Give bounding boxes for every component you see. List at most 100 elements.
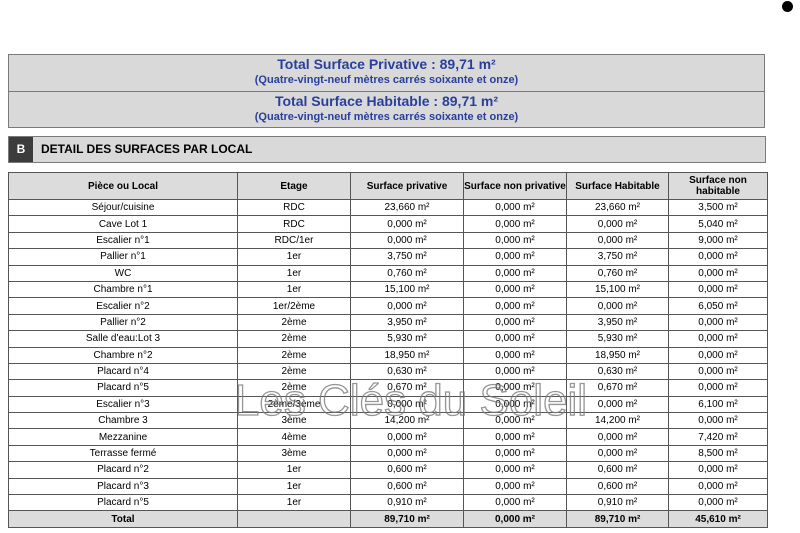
cell-surface-non-habitable: 3,500 m² [668,198,768,217]
cell-surface-non-habitable: 0,000 m² [668,494,768,512]
cell-surface-non-privative: 0,000 m² [463,461,567,479]
cell-surface-privative: 0,670 m² [350,379,464,397]
cell-etage: 2ème [237,379,351,397]
cell-surface-habitable: 0,000 m² [566,231,669,250]
cell-surface-non-privative: 0,000 m² [463,362,567,381]
cell-piece: Placard n°5 [8,379,238,397]
cell-surface-privative: 0,000 m² [350,444,464,463]
table-row: Chambre n°2 2ème 18,950 m² 0,000 m² 18,950 m… [8,346,768,364]
bullet-dot [782,1,793,12]
cell-surface-privative: 3,750 m² [350,248,464,266]
cell-surface-non-habitable: 0,000 m² [668,461,768,479]
cell-piece: Pallier n°2 [8,313,238,332]
cell-piece: Placard n°2 [8,461,238,479]
total-privative-title: Total Surface Privative : 89,71 m² [277,56,496,72]
cell-surface-non-habitable: 0,000 m² [668,313,768,332]
cell-surface-non-privative: 0,000 m² [463,231,567,250]
cell-piece: Chambre n°1 [8,280,238,299]
cell-surface-non-habitable: 0,000 m² [668,248,768,266]
cell-surface-habitable: 0,600 m² [566,477,669,496]
cell-surface-habitable: 5,930 m² [566,330,669,348]
cell-surface-non-privative: 0,000 m² [463,395,567,414]
total-cell-surface-non-habitable: 45,610 m² [668,510,768,528]
table-row: Chambre 3 3ème 14,200 m² 0,000 m² 14,200 m² 0… [8,412,768,430]
cell-etage: RDC/1er [237,231,351,250]
cell-surface-habitable: 0,000 m² [566,444,669,463]
cell-etage: 1er [237,264,351,282]
table-row: WC 1er 0,760 m² 0,000 m² 0,760 m² 0,000 m² [8,264,768,282]
cell-surface-privative: 0,760 m² [350,264,464,282]
cell-etage: 1er [237,248,351,266]
cell-surface-privative: 3,950 m² [350,313,464,332]
section-letter: B [9,137,33,162]
cell-surface-non-habitable: 0,000 m² [668,280,768,299]
cell-surface-non-privative: 0,000 m² [463,477,567,496]
total-cell-surface-non-privative: 0,000 m² [463,510,567,528]
cell-piece: Escalier n°2 [8,297,238,315]
cell-surface-non-habitable: 0,000 m² [668,362,768,381]
cell-etage: 2ème/3ème [237,395,351,414]
cell-piece: Placard n°5 [8,494,238,512]
total-habitable-words: (Quatre-vingt-neuf mètres carrés soixant… [254,111,519,123]
total-cell-surface-privative: 89,710 m² [350,510,464,528]
cell-surface-privative: 0,600 m² [350,461,464,479]
table-row: Placard n°3 1er 0,600 m² 0,000 m² 0,600 m² 0,… [8,477,768,496]
table-row: Placard n°5 2ème 0,670 m² 0,000 m² 0,670 m² 0… [8,379,768,397]
cell-surface-privative: 0,600 m² [350,477,464,496]
cell-piece: WC [8,264,238,282]
cell-surface-habitable: 14,200 m² [566,412,669,430]
cell-etage: 4ème [237,428,351,446]
table-row: Salle d'eau:Lot 3 2ème 5,930 m² 0,000 m² 5,9… [8,330,768,348]
cell-etage: 1er [237,280,351,299]
table-row: Cave Lot 1 RDC 0,000 m² 0,000 m² 0,000 m² 5,0… [8,215,768,233]
cell-surface-non-privative: 0,000 m² [463,330,567,348]
cell-surface-habitable: 0,630 m² [566,362,669,381]
table-row: Chambre n°1 1er 15,100 m² 0,000 m² 15,100 m²… [8,280,768,299]
cell-piece: Salle d'eau:Lot 3 [8,330,238,348]
cell-surface-non-habitable: 0,000 m² [668,412,768,430]
cell-piece: Placard n°3 [8,477,238,496]
cell-piece: Pallier n°1 [8,248,238,266]
cell-piece: Cave Lot 1 [8,215,238,233]
cell-surface-privative: 5,930 m² [350,330,464,348]
cell-surface-privative: 0,630 m² [350,362,464,381]
cell-surface-non-privative: 0,000 m² [463,215,567,233]
cell-surface-non-privative: 0,000 m² [463,412,567,430]
table-row: Pallier n°1 1er 3,750 m² 0,000 m² 3,750 m² 0,… [8,248,768,266]
cell-etage: 3ème [237,444,351,463]
cell-surface-non-privative: 0,000 m² [463,280,567,299]
cell-surface-habitable: 0,760 m² [566,264,669,282]
cell-surface-non-habitable: 7,420 m² [668,428,768,446]
cell-surface-non-habitable: 5,040 m² [668,215,768,233]
summary-habitable: Total Surface Habitable : 89,71 m² (Quat… [9,91,764,128]
section-header: B DETAIL DES SURFACES PAR LOCAL [8,136,766,163]
table-row: Escalier n°2 1er/2ème 0,000 m² 0,000 m² 0,00… [8,297,768,315]
total-cell-surface-habitable: 89,710 m² [566,510,669,528]
table-row: Escalier n°3 2ème/3ème 0,000 m² 0,000 m² 0,0… [8,395,768,414]
cell-surface-non-privative: 0,000 m² [463,379,567,397]
cell-surface-non-habitable: 8,500 m² [668,444,768,463]
header-surface-non-habitable: Surface non habitable [668,172,768,200]
table-row: Séjour/cuisine RDC 23,660 m² 0,000 m² 23,660… [8,198,768,217]
cell-surface-non-habitable: 0,000 m² [668,346,768,364]
cell-piece: Terrasse fermé [8,444,238,463]
table-row: Placard n°2 1er 0,600 m² 0,000 m² 0,600 m² 0,… [8,461,768,479]
cell-surface-habitable: 15,100 m² [566,280,669,299]
cell-surface-non-habitable: 6,100 m² [668,395,768,414]
cell-surface-habitable: 3,950 m² [566,313,669,332]
cell-surface-non-habitable: 0,000 m² [668,477,768,496]
cell-surface-non-habitable: 6,050 m² [668,297,768,315]
cell-surface-non-privative: 0,000 m² [463,346,567,364]
cell-surface-non-habitable: 0,000 m² [668,330,768,348]
cell-surface-non-privative: 0,000 m² [463,313,567,332]
cell-surface-privative: 14,200 m² [350,412,464,430]
cell-etage: 2ème [237,313,351,332]
cell-surface-habitable: 0,910 m² [566,494,669,512]
surfaces-table: Pièce ou Local Etage Surface privative S… [8,172,768,528]
cell-surface-non-habitable: 0,000 m² [668,264,768,282]
header-piece: Pièce ou Local [8,172,238,200]
cell-surface-non-privative: 0,000 m² [463,444,567,463]
cell-etage: 1er/2ème [237,297,351,315]
cell-piece: Escalier n°3 [8,395,238,414]
cell-piece: Séjour/cuisine [8,198,238,217]
